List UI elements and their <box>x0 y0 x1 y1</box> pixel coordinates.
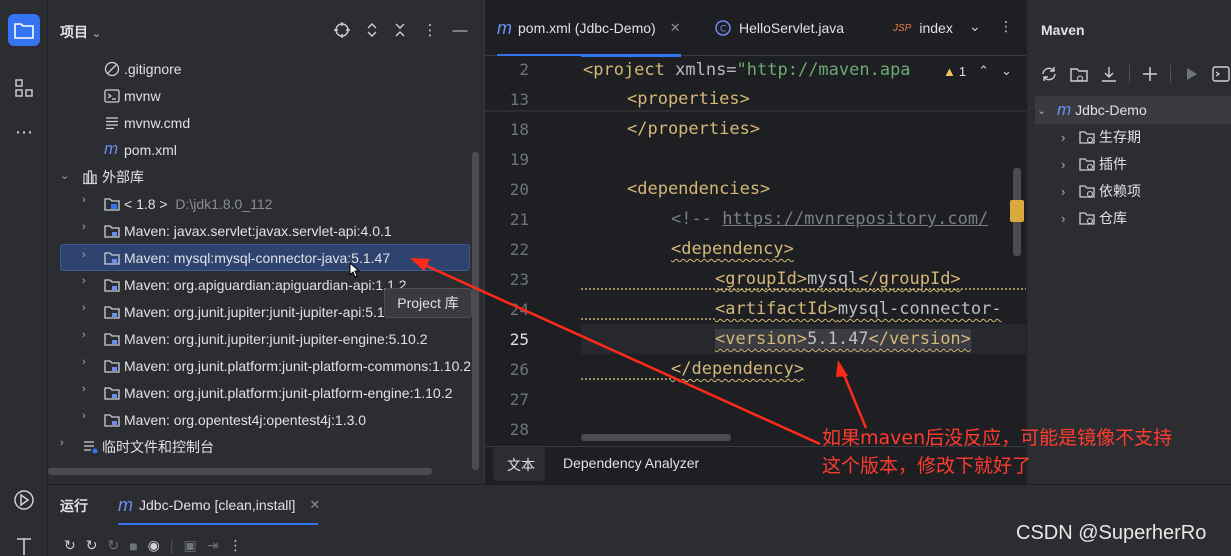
annotation-arrowhead <box>410 258 430 271</box>
watermark: CSDN @SuperherRo <box>1016 522 1207 544</box>
annotation-arrowhead <box>836 360 848 377</box>
annotation-line: 这个版本，修改下就好了 <box>822 455 1032 477</box>
annotation-text: 如果maven后没反应，可能是镜像不支持 这个版本，修改下就好了 <box>822 424 1222 480</box>
annotation-arrow-line <box>840 369 868 429</box>
annotation-arrow-line <box>417 260 821 446</box>
annotation-line: 如果maven后没反应，可能是镜像不支持 <box>822 427 1173 449</box>
